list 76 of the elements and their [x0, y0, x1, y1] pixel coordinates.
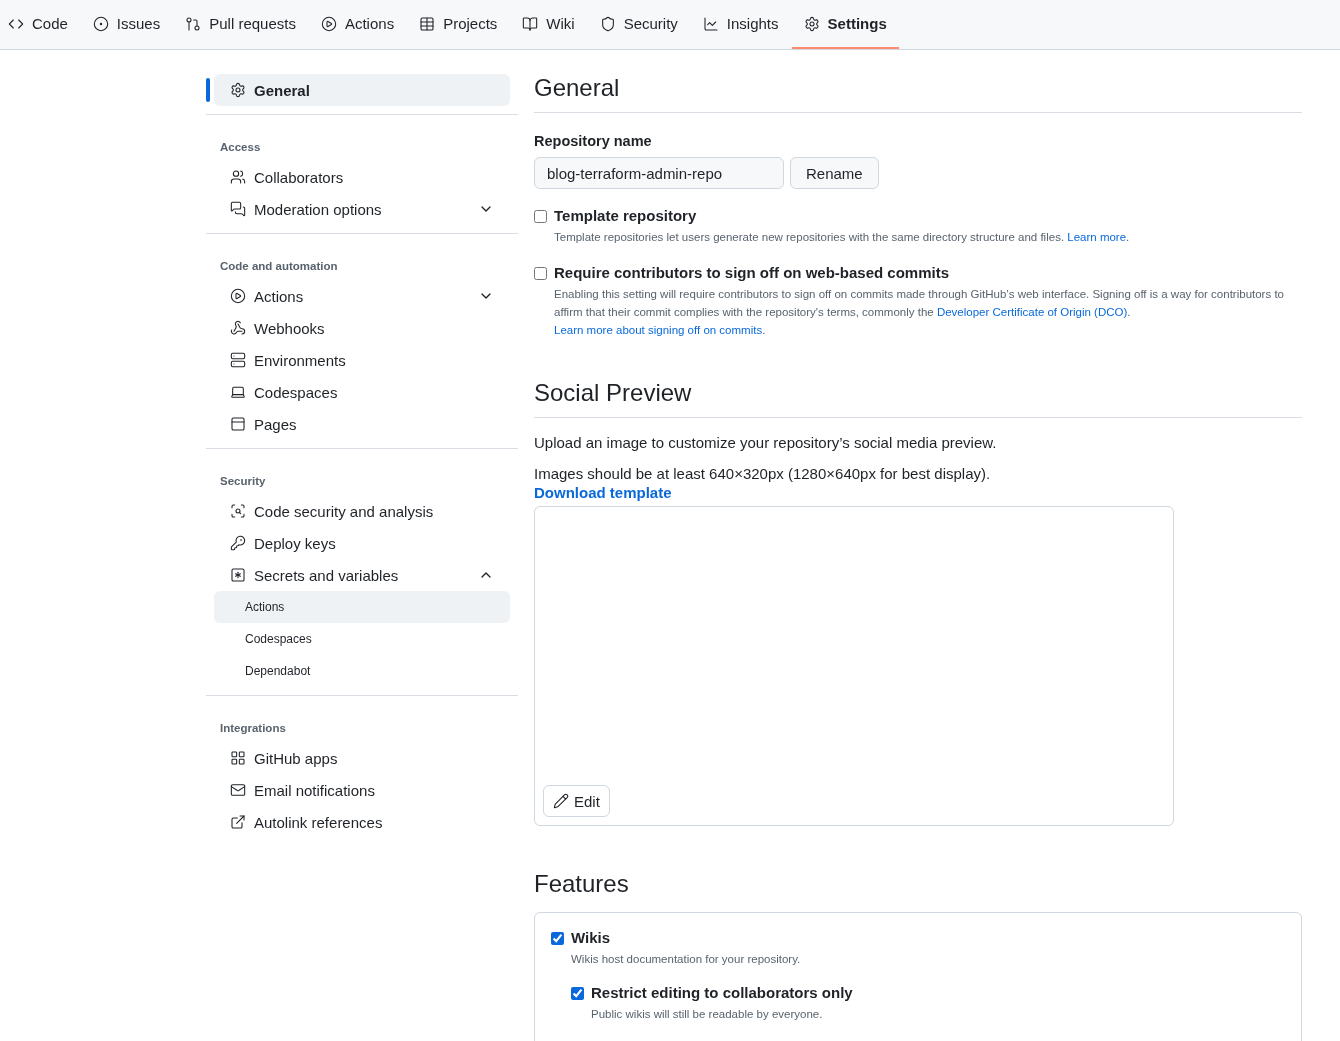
option-label: Require contributors to sign off on web-based commits — [554, 264, 951, 281]
people-icon — [230, 169, 246, 185]
nav-tab[interactable]: Settings — [791, 0, 899, 49]
option-description: Wikis host documentation for your repository. — [571, 952, 802, 967]
sidebar-heading: Security — [219, 474, 267, 489]
nav-tab[interactable]: Security — [587, 0, 690, 49]
checkbox[interactable] — [534, 210, 547, 223]
nav-tab[interactable]: Pull requests — [173, 0, 308, 49]
download-template-link[interactable]: Download template — [534, 484, 672, 501]
nav-tab[interactable]: Wiki — [510, 0, 587, 49]
sidebar-heading: Code and automation — [219, 259, 339, 274]
asterisk-icon — [230, 567, 246, 583]
sidebar-item[interactable]: Code security and analysis — [214, 495, 510, 527]
nav-tab[interactable]: Insights — [690, 0, 791, 49]
nav-tab[interactable]: Actions — [308, 0, 407, 49]
section-title: General — [534, 74, 1302, 113]
repository-name-field[interactable]: blog-terraform-admin-repo — [534, 157, 784, 189]
pencil-icon — [553, 793, 569, 809]
nav-tab[interactable]: Issues — [80, 0, 173, 49]
apps-icon — [230, 750, 246, 766]
book-icon — [522, 15, 539, 32]
search-icon — [230, 503, 246, 519]
option-label: Template repository — [554, 207, 698, 224]
mail-icon — [230, 782, 246, 798]
selection-indicator — [206, 78, 210, 102]
browser-icon — [230, 416, 246, 432]
sidebar-item[interactable]: Autolink references — [214, 806, 510, 838]
pull-request-icon — [185, 15, 202, 32]
settings-icon — [803, 15, 820, 32]
play-icon — [230, 288, 246, 304]
field-label: Repository name — [534, 133, 653, 149]
checkbox[interactable] — [534, 267, 547, 280]
issue-icon — [92, 15, 109, 32]
sidebar-item[interactable]: Collaborators — [214, 161, 510, 193]
sidebar-heading: Access — [219, 140, 262, 155]
comment-icon — [230, 201, 246, 217]
graph-icon — [702, 15, 719, 32]
option-description: Public wikis will still be readable by everyone. — [591, 1007, 824, 1022]
section-title: Social Preview — [534, 379, 1302, 418]
sidebar-item[interactable]: Codespaces — [214, 376, 510, 408]
link-external-icon — [230, 814, 246, 830]
option-description: Template repositories let users generate new repositories with the same directory structure and files. Learn more. — [554, 230, 1131, 245]
sidebar-item[interactable]: Deploy keys — [214, 527, 510, 559]
nav-tab[interactable]: Code — [8, 0, 80, 49]
sidebar-subitem[interactable]: Dependabot — [214, 655, 510, 687]
sidebar-item[interactable]: Actions — [214, 280, 510, 312]
sidebar-item[interactable]: Moderation options — [214, 193, 510, 225]
shield-icon — [599, 15, 616, 32]
checkbox[interactable] — [551, 932, 564, 945]
edit-button[interactable]: Edit — [543, 785, 610, 817]
sidebar-item[interactable]: Environments — [214, 344, 510, 376]
checkbox[interactable] — [571, 987, 584, 1000]
sidebar-item[interactable]: GitHub apps — [214, 742, 510, 774]
sidebar-heading: Integrations — [219, 721, 287, 736]
sidebar-item[interactable]: Email notifications — [214, 774, 510, 806]
intro-text: Upload an image to customize your repository’s social media preview. — [534, 434, 998, 451]
sidebar-item[interactable]: Secrets and variables — [214, 559, 510, 591]
table-icon — [419, 15, 436, 32]
settings-icon — [230, 82, 246, 98]
size-note: Images should be at least 640×320px (1280×640px for best display). — [534, 465, 992, 482]
server-icon — [230, 352, 246, 368]
play-icon — [320, 15, 337, 32]
option-description: Enabling this setting will require contributors to sign off on commits made through GitHub’s web interface. Signing off is a way for contributors to affirm that their commit complies with the repository's terms, commonly the Developer Certificate of Origin (DCO). Learn more about signing off on commits. — [554, 287, 1285, 338]
sidebar-item[interactable]: Webhooks — [214, 312, 510, 344]
laptop-icon — [230, 384, 246, 400]
option-label: Restrict editing to collaborators only — [591, 984, 854, 1001]
nav-tab[interactable]: Projects — [407, 0, 510, 49]
section-title: Features — [534, 870, 630, 898]
description-link[interactable]: Learn more — [1067, 231, 1127, 243]
sidebar-subitem[interactable]: Codespaces — [214, 623, 510, 655]
key-icon — [230, 535, 246, 551]
webhook-icon — [230, 320, 246, 336]
rename-button[interactable]: Rename — [790, 157, 879, 189]
sidebar-subitem[interactable]: Actions — [214, 591, 510, 623]
sidebar-item[interactable]: Pages — [214, 408, 510, 440]
option-label: Wikis — [571, 929, 612, 946]
